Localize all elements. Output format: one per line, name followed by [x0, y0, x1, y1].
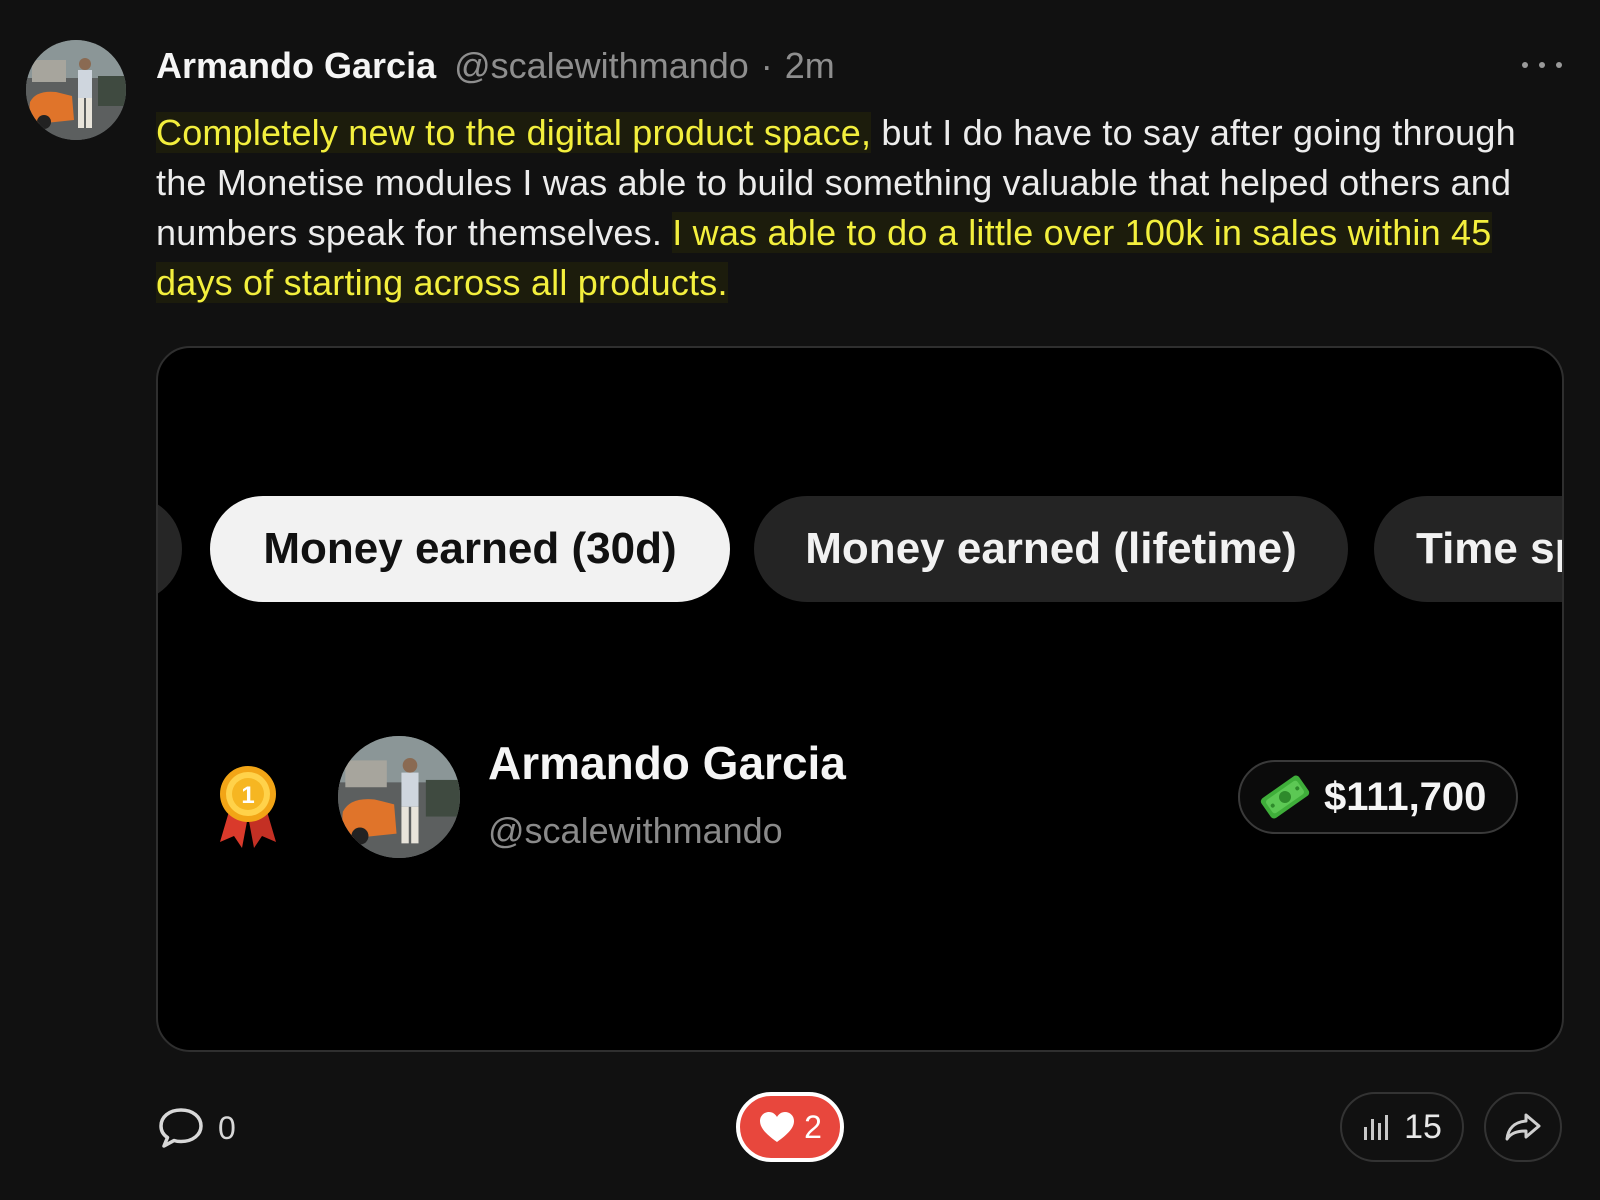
- post-header: Armando Garcia @scalewithmando · 2m: [156, 44, 835, 88]
- post-body: Completely new to the digital product sp…: [156, 108, 1546, 308]
- like-button[interactable]: 2: [736, 1092, 844, 1162]
- leaderboard-tabs: Money earned (30d) Money earned (lifetim…: [158, 496, 1562, 602]
- first-place-medal-icon: 1: [220, 766, 276, 848]
- highlighted-text: Completely new to the digital product sp…: [156, 112, 872, 153]
- heart-icon: [760, 1112, 795, 1142]
- more-options-button[interactable]: [1522, 50, 1562, 80]
- like-count: 2: [804, 1108, 822, 1145]
- more-horizontal-icon: [1522, 62, 1528, 68]
- comment-button[interactable]: 0: [158, 1102, 236, 1154]
- views-button[interactable]: 15: [1340, 1092, 1464, 1162]
- tab-time-spent[interactable]: Time sp: [1374, 496, 1562, 602]
- tab-previous[interactable]: [158, 496, 182, 602]
- views-count: 15: [1404, 1107, 1442, 1146]
- speech-bubble-icon: [159, 1108, 203, 1148]
- bar-chart-icon: [1364, 1115, 1389, 1140]
- leaderboard-card[interactable]: Money earned (30d) Money earned (lifetim…: [156, 346, 1564, 1052]
- leader-avatar[interactable]: [338, 736, 460, 858]
- post-actions: 0 2 15: [0, 1090, 1600, 1166]
- tab-money-earned-30d[interactable]: Money earned (30d): [210, 496, 730, 602]
- separator-dot: ·: [760, 45, 773, 86]
- leader-name[interactable]: Armando Garcia: [488, 736, 846, 790]
- earnings-badge: $111,700: [1238, 760, 1518, 834]
- author-avatar[interactable]: [26, 40, 126, 140]
- post-timestamp[interactable]: 2m: [785, 45, 835, 87]
- author-name[interactable]: Armando Garcia: [156, 45, 436, 87]
- money-bill-icon: [1260, 775, 1310, 819]
- share-button[interactable]: [1484, 1092, 1562, 1162]
- earnings-amount: $111,700: [1324, 774, 1487, 819]
- comment-count: 0: [218, 1109, 236, 1146]
- leader-handle[interactable]: @scalewithmando: [488, 810, 783, 852]
- author-handle[interactable]: @scalewithmando: [454, 45, 749, 87]
- rank-number: 1: [241, 782, 254, 809]
- post: Armando Garcia @scalewithmando · 2m Comp…: [0, 0, 1600, 1200]
- share-arrow-icon: [1505, 1113, 1541, 1141]
- tab-money-earned-lifetime[interactable]: Money earned (lifetime): [754, 496, 1348, 602]
